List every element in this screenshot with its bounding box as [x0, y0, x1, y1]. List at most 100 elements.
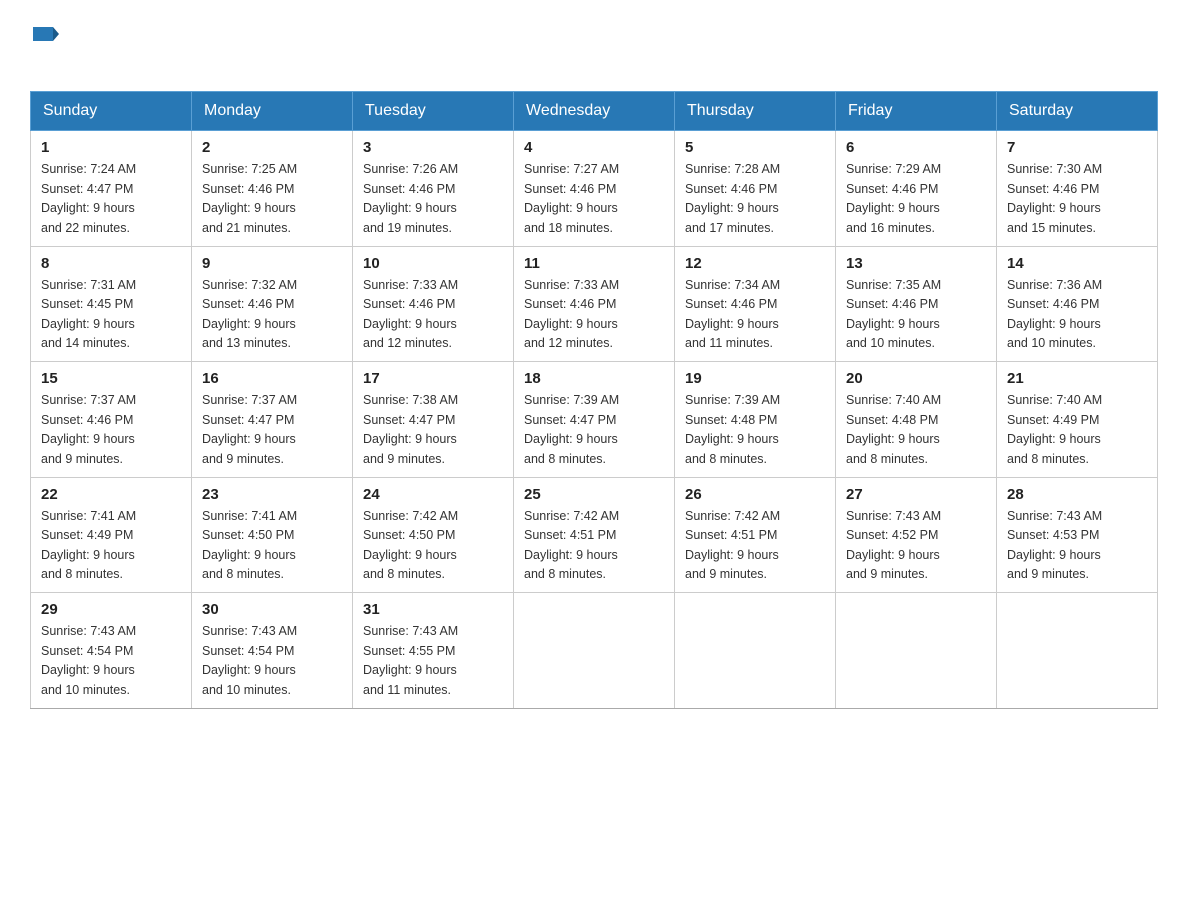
day-number: 10: [363, 255, 503, 272]
day-number: 29: [41, 601, 181, 618]
day-info: Sunrise: 7:37 AMSunset: 4:46 PMDaylight:…: [41, 393, 136, 465]
day-info: Sunrise: 7:24 AMSunset: 4:47 PMDaylight:…: [41, 162, 136, 234]
day-number: 30: [202, 601, 342, 618]
calendar-cell: 7 Sunrise: 7:30 AMSunset: 4:46 PMDayligh…: [997, 131, 1158, 247]
day-info: Sunrise: 7:26 AMSunset: 4:46 PMDaylight:…: [363, 162, 458, 234]
logo: [30, 20, 59, 73]
calendar-cell: 22 Sunrise: 7:41 AMSunset: 4:49 PMDaylig…: [31, 477, 192, 593]
day-number: 18: [524, 370, 664, 387]
col-header-friday: Friday: [836, 92, 997, 131]
calendar-cell: 5 Sunrise: 7:28 AMSunset: 4:46 PMDayligh…: [675, 131, 836, 247]
calendar-cell: 21 Sunrise: 7:40 AMSunset: 4:49 PMDaylig…: [997, 362, 1158, 478]
calendar-cell: 14 Sunrise: 7:36 AMSunset: 4:46 PMDaylig…: [997, 246, 1158, 362]
calendar-cell: 11 Sunrise: 7:33 AMSunset: 4:46 PMDaylig…: [514, 246, 675, 362]
day-info: Sunrise: 7:33 AMSunset: 4:46 PMDaylight:…: [524, 278, 619, 350]
day-info: Sunrise: 7:43 AMSunset: 4:54 PMDaylight:…: [202, 624, 297, 696]
day-info: Sunrise: 7:29 AMSunset: 4:46 PMDaylight:…: [846, 162, 941, 234]
calendar-header-row: SundayMondayTuesdayWednesdayThursdayFrid…: [31, 92, 1158, 131]
day-number: 17: [363, 370, 503, 387]
day-number: 3: [363, 139, 503, 156]
calendar-cell: [997, 593, 1158, 709]
day-number: 1: [41, 139, 181, 156]
day-info: Sunrise: 7:28 AMSunset: 4:46 PMDaylight:…: [685, 162, 780, 234]
day-info: Sunrise: 7:39 AMSunset: 4:48 PMDaylight:…: [685, 393, 780, 465]
col-header-sunday: Sunday: [31, 92, 192, 131]
day-info: Sunrise: 7:32 AMSunset: 4:46 PMDaylight:…: [202, 278, 297, 350]
day-info: Sunrise: 7:40 AMSunset: 4:48 PMDaylight:…: [846, 393, 941, 465]
day-info: Sunrise: 7:43 AMSunset: 4:54 PMDaylight:…: [41, 624, 136, 696]
day-info: Sunrise: 7:42 AMSunset: 4:50 PMDaylight:…: [363, 509, 458, 581]
page-header: [30, 20, 1158, 73]
calendar-cell: 29 Sunrise: 7:43 AMSunset: 4:54 PMDaylig…: [31, 593, 192, 709]
calendar-cell: 16 Sunrise: 7:37 AMSunset: 4:47 PMDaylig…: [192, 362, 353, 478]
day-number: 2: [202, 139, 342, 156]
calendar-cell: 30 Sunrise: 7:43 AMSunset: 4:54 PMDaylig…: [192, 593, 353, 709]
calendar-cell: [514, 593, 675, 709]
day-info: Sunrise: 7:31 AMSunset: 4:45 PMDaylight:…: [41, 278, 136, 350]
calendar-cell: 9 Sunrise: 7:32 AMSunset: 4:46 PMDayligh…: [192, 246, 353, 362]
day-number: 31: [363, 601, 503, 618]
calendar-week-row: 15 Sunrise: 7:37 AMSunset: 4:46 PMDaylig…: [31, 362, 1158, 478]
day-number: 26: [685, 486, 825, 503]
day-info: Sunrise: 7:41 AMSunset: 4:49 PMDaylight:…: [41, 509, 136, 581]
calendar-cell: 25 Sunrise: 7:42 AMSunset: 4:51 PMDaylig…: [514, 477, 675, 593]
col-header-thursday: Thursday: [675, 92, 836, 131]
calendar-cell: 1 Sunrise: 7:24 AMSunset: 4:47 PMDayligh…: [31, 131, 192, 247]
day-number: 19: [685, 370, 825, 387]
calendar-cell: [675, 593, 836, 709]
col-header-tuesday: Tuesday: [353, 92, 514, 131]
calendar-cell: 20 Sunrise: 7:40 AMSunset: 4:48 PMDaylig…: [836, 362, 997, 478]
calendar-cell: 13 Sunrise: 7:35 AMSunset: 4:46 PMDaylig…: [836, 246, 997, 362]
calendar-cell: 6 Sunrise: 7:29 AMSunset: 4:46 PMDayligh…: [836, 131, 997, 247]
calendar-cell: 3 Sunrise: 7:26 AMSunset: 4:46 PMDayligh…: [353, 131, 514, 247]
day-number: 21: [1007, 370, 1147, 387]
calendar-week-row: 8 Sunrise: 7:31 AMSunset: 4:45 PMDayligh…: [31, 246, 1158, 362]
calendar-cell: 24 Sunrise: 7:42 AMSunset: 4:50 PMDaylig…: [353, 477, 514, 593]
day-info: Sunrise: 7:34 AMSunset: 4:46 PMDaylight:…: [685, 278, 780, 350]
day-info: Sunrise: 7:41 AMSunset: 4:50 PMDaylight:…: [202, 509, 297, 581]
day-info: Sunrise: 7:36 AMSunset: 4:46 PMDaylight:…: [1007, 278, 1102, 350]
col-header-wednesday: Wednesday: [514, 92, 675, 131]
day-info: Sunrise: 7:30 AMSunset: 4:46 PMDaylight:…: [1007, 162, 1102, 234]
day-info: Sunrise: 7:35 AMSunset: 4:46 PMDaylight:…: [846, 278, 941, 350]
calendar-week-row: 1 Sunrise: 7:24 AMSunset: 4:47 PMDayligh…: [31, 131, 1158, 247]
logo-icon: [33, 21, 59, 47]
calendar-cell: 28 Sunrise: 7:43 AMSunset: 4:53 PMDaylig…: [997, 477, 1158, 593]
day-info: Sunrise: 7:43 AMSunset: 4:53 PMDaylight:…: [1007, 509, 1102, 581]
day-number: 27: [846, 486, 986, 503]
calendar-cell: 23 Sunrise: 7:41 AMSunset: 4:50 PMDaylig…: [192, 477, 353, 593]
calendar-cell: 31 Sunrise: 7:43 AMSunset: 4:55 PMDaylig…: [353, 593, 514, 709]
calendar-cell: [836, 593, 997, 709]
day-info: Sunrise: 7:25 AMSunset: 4:46 PMDaylight:…: [202, 162, 297, 234]
day-number: 13: [846, 255, 986, 272]
calendar-cell: 19 Sunrise: 7:39 AMSunset: 4:48 PMDaylig…: [675, 362, 836, 478]
day-info: Sunrise: 7:33 AMSunset: 4:46 PMDaylight:…: [363, 278, 458, 350]
day-number: 15: [41, 370, 181, 387]
day-number: 20: [846, 370, 986, 387]
day-info: Sunrise: 7:43 AMSunset: 4:52 PMDaylight:…: [846, 509, 941, 581]
calendar-cell: 26 Sunrise: 7:42 AMSunset: 4:51 PMDaylig…: [675, 477, 836, 593]
calendar-week-row: 22 Sunrise: 7:41 AMSunset: 4:49 PMDaylig…: [31, 477, 1158, 593]
day-number: 28: [1007, 486, 1147, 503]
day-info: Sunrise: 7:39 AMSunset: 4:47 PMDaylight:…: [524, 393, 619, 465]
calendar-cell: 18 Sunrise: 7:39 AMSunset: 4:47 PMDaylig…: [514, 362, 675, 478]
day-number: 25: [524, 486, 664, 503]
day-info: Sunrise: 7:37 AMSunset: 4:47 PMDaylight:…: [202, 393, 297, 465]
day-number: 14: [1007, 255, 1147, 272]
calendar-cell: 10 Sunrise: 7:33 AMSunset: 4:46 PMDaylig…: [353, 246, 514, 362]
calendar-week-row: 29 Sunrise: 7:43 AMSunset: 4:54 PMDaylig…: [31, 593, 1158, 709]
day-info: Sunrise: 7:40 AMSunset: 4:49 PMDaylight:…: [1007, 393, 1102, 465]
day-number: 22: [41, 486, 181, 503]
col-header-saturday: Saturday: [997, 92, 1158, 131]
day-number: 8: [41, 255, 181, 272]
day-number: 12: [685, 255, 825, 272]
calendar-table: SundayMondayTuesdayWednesdayThursdayFrid…: [30, 91, 1158, 709]
day-number: 11: [524, 255, 664, 272]
day-number: 7: [1007, 139, 1147, 156]
day-info: Sunrise: 7:38 AMSunset: 4:47 PMDaylight:…: [363, 393, 458, 465]
day-info: Sunrise: 7:42 AMSunset: 4:51 PMDaylight:…: [685, 509, 780, 581]
calendar-cell: 2 Sunrise: 7:25 AMSunset: 4:46 PMDayligh…: [192, 131, 353, 247]
day-number: 5: [685, 139, 825, 156]
day-number: 24: [363, 486, 503, 503]
calendar-cell: 8 Sunrise: 7:31 AMSunset: 4:45 PMDayligh…: [31, 246, 192, 362]
